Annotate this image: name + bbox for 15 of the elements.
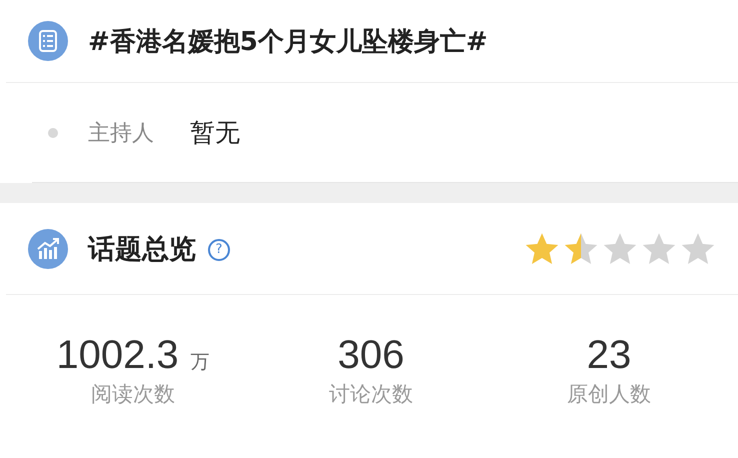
- topic-title: #香港名媛抱5个月女儿坠楼身亡#: [88, 26, 488, 58]
- chart-icon: [28, 228, 68, 268]
- host-label: 主持人: [88, 120, 154, 148]
- list-icon: [28, 21, 68, 61]
- stat-value: 306: [338, 333, 404, 378]
- overview-title: 话题总览: [88, 232, 196, 266]
- stat-label: 讨论次数: [329, 381, 413, 408]
- help-icon[interactable]: ?: [208, 238, 230, 260]
- stat-value: 23: [586, 333, 632, 378]
- host-value: 暂无: [190, 117, 240, 149]
- stat-label: 阅读次数: [91, 381, 175, 408]
- stat-unit: 万: [190, 350, 210, 375]
- stat-label: 原创人数: [567, 381, 651, 408]
- stat-value: 1002.3: [56, 333, 179, 378]
- bullet-icon: [48, 128, 58, 138]
